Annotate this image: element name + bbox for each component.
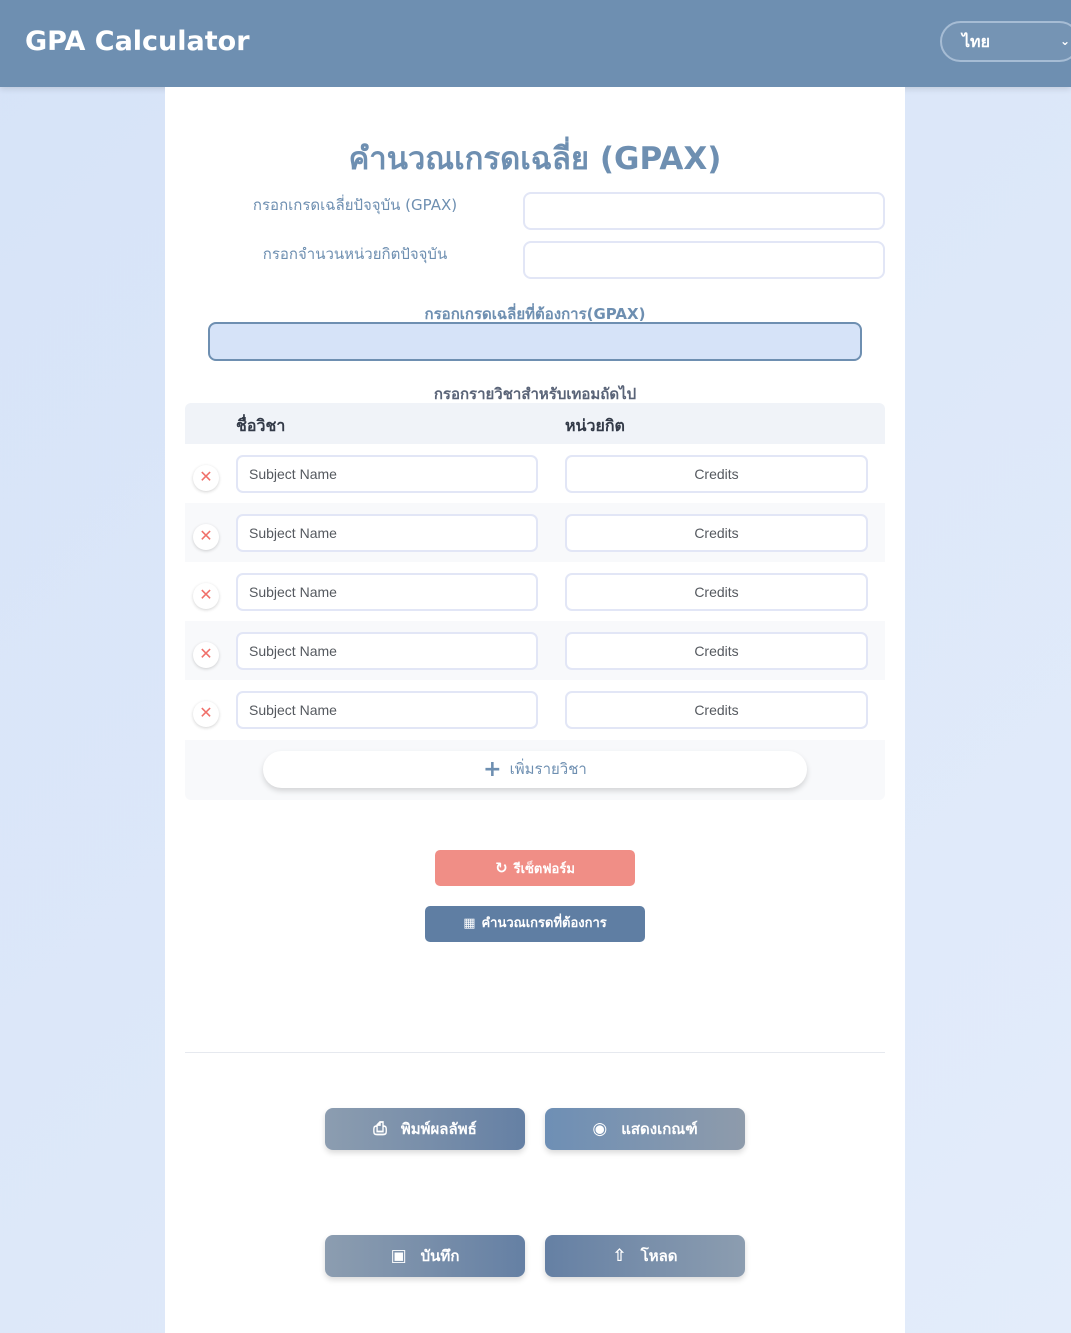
credits-input[interactable]: Credits <box>565 455 868 493</box>
close-icon[interactable]: ✕ <box>193 524 219 550</box>
show-criteria-label: แสดงเกณฑ์ <box>621 1120 698 1138</box>
load-label: โหลด <box>640 1247 678 1265</box>
table-row: ✕ Subject Name Credits <box>185 562 885 621</box>
table-header: ชื่อวิชา หน่วยกิต <box>185 403 885 444</box>
table-row: ✕ Subject Name Credits <box>185 621 885 680</box>
close-icon[interactable]: ✕ <box>193 465 219 491</box>
upload-icon: ⇧ <box>612 1246 627 1266</box>
plus-icon: + <box>483 757 502 782</box>
reset-form-label: รีเซ็ตฟอร์ม <box>513 862 575 877</box>
add-subject-row: + เพิ่มรายวิชา <box>185 740 885 800</box>
table-row: ✕ Subject Name Credits <box>185 680 885 739</box>
print-results-label: พิมพ์ผลลัพธ์ <box>400 1120 477 1138</box>
brand-title: GPA Calculator <box>25 26 250 57</box>
subject-name-input[interactable]: Subject Name <box>236 691 538 729</box>
calculator-card: คำนวณเกรดเฉลี่ย (GPAX) กรอกเกรดเฉลี่ยปัจ… <box>165 87 905 1333</box>
subject-name-input[interactable]: Subject Name <box>236 573 538 611</box>
add-subject-label: เพิ่มรายวิชา <box>509 760 587 778</box>
subject-column-header: ชื่อวิชา <box>236 416 286 435</box>
subject-name-input[interactable]: Subject Name <box>236 632 538 670</box>
current-credits-input[interactable] <box>523 241 885 279</box>
rotate-right-icon: ↻ <box>495 859 508 877</box>
close-icon[interactable]: ✕ <box>193 701 219 727</box>
credits-input[interactable]: Credits <box>565 514 868 552</box>
printer-icon: ⎙ <box>373 1119 387 1139</box>
chevron-down-icon: ⌄ <box>1060 34 1071 48</box>
navbar: GPA Calculator ไทย ⌄ <box>0 0 1071 87</box>
calculate-target-button[interactable]: ▦ คำนวณเกรดที่ต้องการ <box>425 906 645 942</box>
current-gpax-label: กรอกเกรดเฉลี่ยปัจจุบัน (GPAX) <box>252 196 458 214</box>
eye-icon: ◉ <box>592 1119 608 1139</box>
close-icon[interactable]: ✕ <box>193 583 219 609</box>
table-row: ✕ Subject Name Credits <box>185 503 885 562</box>
subject-name-input[interactable]: Subject Name <box>236 455 538 493</box>
calculate-target-label: คำนวณเกรดที่ต้องการ <box>481 916 607 931</box>
save-button[interactable]: ▣ บันทึก <box>325 1235 525 1277</box>
add-subject-button[interactable]: + เพิ่มรายวิชา <box>263 751 807 788</box>
current-gpax-input[interactable] <box>523 192 885 230</box>
calculator-icon: ▦ <box>463 916 476 931</box>
subject-name-input[interactable]: Subject Name <box>236 514 538 552</box>
divider <box>185 1052 885 1053</box>
show-criteria-button[interactable]: ◉ แสดงเกณฑ์ <box>545 1108 745 1150</box>
print-results-button[interactable]: ⎙ พิมพ์ผลลัพธ์ <box>325 1108 525 1150</box>
load-button[interactable]: ⇧ โหลด <box>545 1235 745 1277</box>
subjects-table: ชื่อวิชา หน่วยกิต ✕ Subject Name Credits… <box>185 403 885 800</box>
credits-input[interactable]: Credits <box>565 573 868 611</box>
language-select[interactable]: ไทย ⌄ <box>940 21 1071 62</box>
floppy-disk-icon: ▣ <box>390 1246 407 1266</box>
credits-input[interactable]: Credits <box>565 691 868 729</box>
reset-form-button[interactable]: ↻ รีเซ็ตฟอร์ม <box>435 850 635 886</box>
credits-input[interactable]: Credits <box>565 632 868 670</box>
credits-column-header: หน่วยกิต <box>565 416 625 435</box>
language-select-value: ไทย <box>962 32 990 51</box>
target-gpax-input[interactable] <box>208 322 862 361</box>
page-title: คำนวณเกรดเฉลี่ย (GPAX) <box>348 141 722 177</box>
table-row: ✕ Subject Name Credits <box>185 444 885 503</box>
close-icon[interactable]: ✕ <box>193 642 219 668</box>
save-label: บันทึก <box>420 1247 460 1265</box>
current-credits-label: กรอกจำนวนหน่วยกิตปัจจุบัน <box>262 245 448 263</box>
